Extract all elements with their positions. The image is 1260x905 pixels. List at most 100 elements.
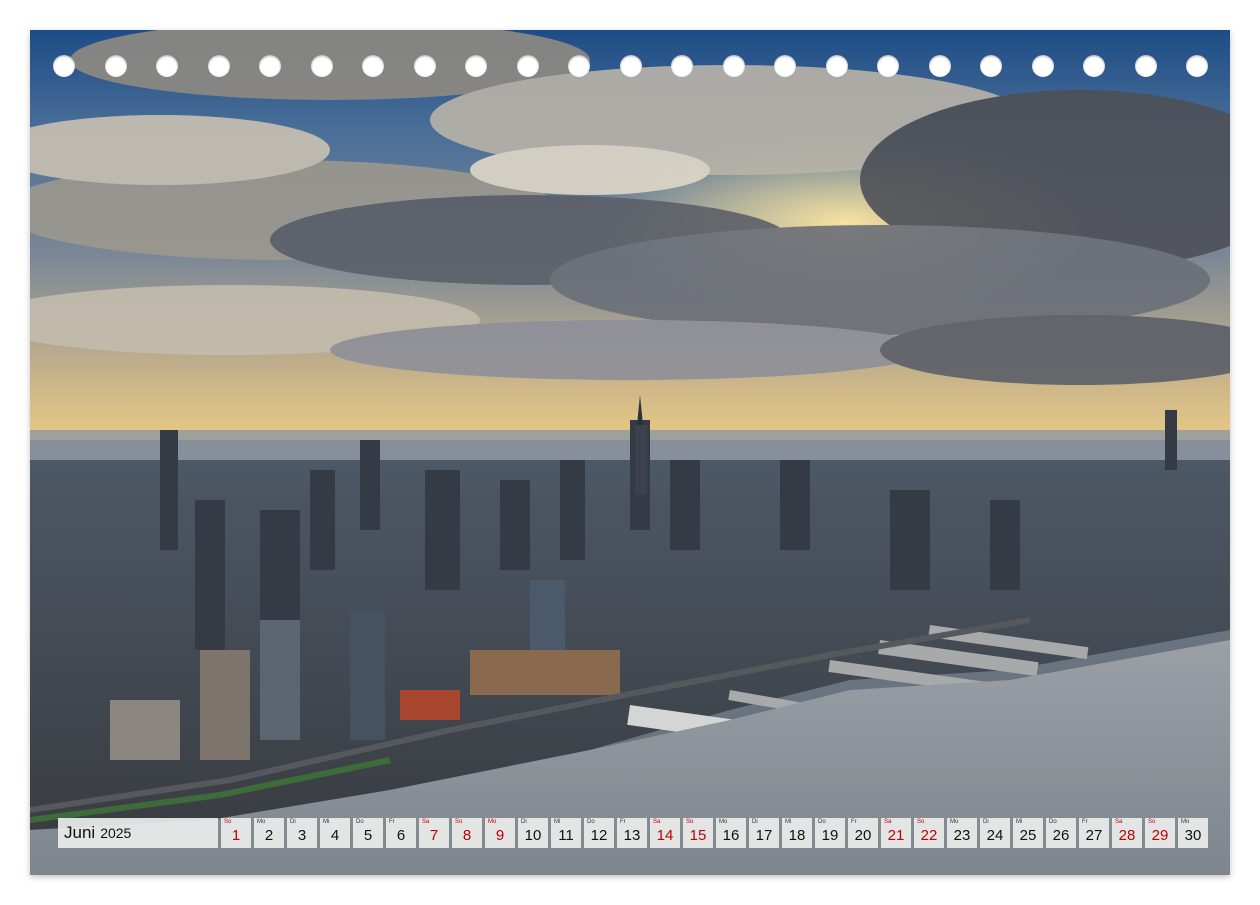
day-number: 24 [986,827,1004,844]
day-number: 10 [524,827,542,844]
binding-hole [1031,55,1054,77]
day-number: 27 [1085,827,1103,844]
binding-hole [877,55,899,77]
binding-hole [362,55,384,77]
month-name: Juni [64,823,96,842]
binding-hole [156,55,178,77]
day-cell: Di 10 [518,818,548,848]
weekday-label: Mi [554,819,561,825]
day-number: 11 [558,827,574,844]
day-number: 21 [887,827,905,844]
binding-hole [825,55,848,77]
calendar-page: Juni 2025 So 1 Mo 2 Di 3 Mi 4 Do 5 Fr 6 Sa 7 So 8 Mo 9 Di 1… [0,0,1260,905]
day-number: 15 [689,827,707,844]
weekday-label: So [455,819,463,825]
binding-hole [619,55,642,77]
binding-hole [207,55,230,77]
day-cell: Mi 11 [551,818,581,848]
binding-hole [413,55,436,77]
day-number: 3 [297,827,307,844]
day-cell: Do 19 [815,818,845,848]
binding-holes [30,55,1230,79]
day-cell: Mo 2 [254,818,284,848]
day-number: 26 [1052,827,1070,844]
weekday-label: Fr [1082,819,1088,825]
day-number: 22 [920,827,938,844]
weekday-label: Sa [884,819,892,825]
day-cell: Mo 16 [716,818,746,848]
day-cell: So 8 [452,818,482,848]
day-cell: Do 12 [584,818,614,848]
binding-hole [568,55,590,77]
binding-hole [774,55,796,77]
day-cell: So 29 [1145,818,1175,848]
day-cell: Di 3 [287,818,317,848]
day-cell: Di 24 [980,818,1010,848]
weekday-label: Do [818,819,826,825]
weekday-label: Di [290,819,296,825]
date-strip: Juni 2025 So 1 Mo 2 Di 3 Mi 4 Do 5 Fr 6 Sa 7 So 8 Mo 9 Di 1… [58,818,1208,848]
weekday-label: So [224,819,232,825]
weekday-label: Mi [1016,819,1023,825]
day-cell: Sa 28 [1112,818,1142,848]
day-cell: Do 26 [1046,818,1076,848]
binding-hole [104,55,127,77]
binding-hole [980,55,1002,77]
weekday-label: Mo [719,819,728,825]
weekday-label: Sa [422,819,430,825]
day-number: 1 [231,827,241,844]
weekday-label: Do [1049,819,1057,825]
weekday-label: So [686,819,694,825]
weekday-label: Sa [1115,819,1123,825]
weekday-label: Fr [620,819,626,825]
day-cell: Sa 14 [650,818,680,848]
day-cell: So 22 [914,818,944,848]
day-cell: Sa 21 [881,818,911,848]
day-cell: Do 5 [353,818,383,848]
day-cell: Fr 27 [1079,818,1109,848]
weekday-label: So [1148,819,1156,825]
day-cell: Fr 13 [617,818,647,848]
weekday-label: Mo [257,819,266,825]
binding-hole [1083,55,1105,77]
day-number: 28 [1118,827,1136,844]
day-number: 6 [396,827,406,844]
day-cell: Di 17 [749,818,779,848]
weekday-label: Do [587,819,595,825]
day-number: 4 [330,827,340,844]
weekday-label: Di [752,819,758,825]
day-number: 7 [429,827,439,844]
binding-hole [53,55,75,77]
binding-hole [671,55,693,77]
weekday-label: Sa [653,819,661,825]
day-cell: So 1 [221,818,251,848]
month-label: Juni 2025 [58,818,218,848]
weekday-label: Mi [785,819,792,825]
weekday-label: Mi [323,819,330,825]
day-number: 18 [788,827,806,844]
day-cell: Mi 25 [1013,818,1043,848]
day-number: 2 [264,827,274,844]
binding-hole [465,55,487,77]
day-number: 16 [722,827,740,844]
day-number: 9 [495,827,505,844]
weekday-label: Di [521,819,527,825]
weekday-label: Mo [950,819,959,825]
day-number: 25 [1019,827,1037,844]
weekday-label: So [917,819,925,825]
weekday-label: Mo [1181,819,1190,825]
day-number: 23 [953,827,971,844]
day-number: 14 [656,827,674,844]
binding-hole [1186,55,1208,77]
day-number: 12 [590,827,608,844]
day-number: 20 [854,827,872,844]
weekday-label: Mo [488,819,497,825]
binding-hole [310,55,333,77]
skyline-illustration [30,30,1230,875]
weekday-label: Do [356,819,364,825]
city-skyline-photo [30,30,1230,875]
day-cell: Mo 9 [485,818,515,848]
day-cell: So 15 [683,818,713,848]
day-number: 13 [623,827,641,844]
day-cell: Fr 6 [386,818,416,848]
